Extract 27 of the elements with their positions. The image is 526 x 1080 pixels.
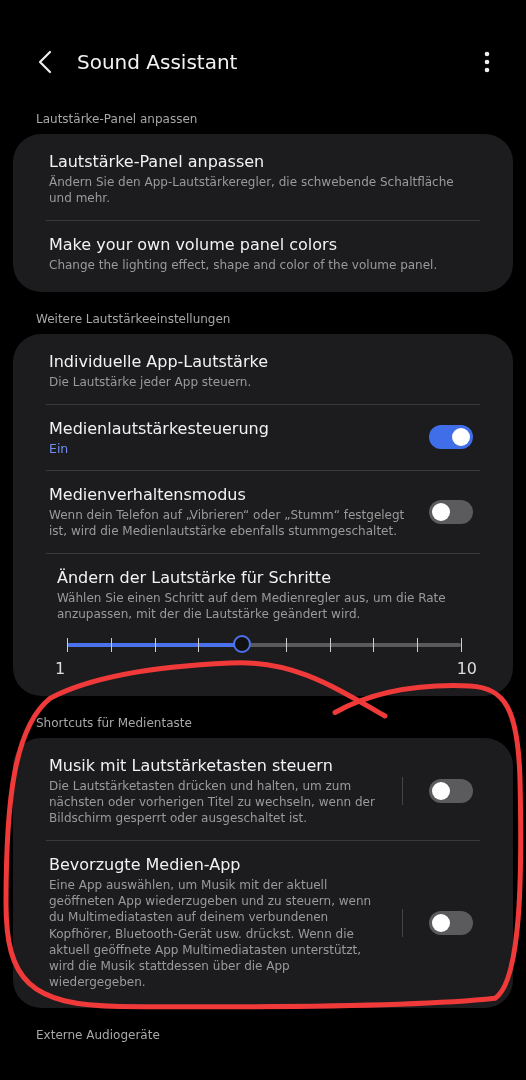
more-options-icon[interactable] xyxy=(484,51,490,73)
page-title: Sound Assistant xyxy=(77,50,239,74)
setting-title: Ändern der Lautstärke für Schritte xyxy=(57,568,332,588)
section-heading: Weitere Lautstärkeeinstellungen xyxy=(35,311,232,326)
settings-item[interactable]: Make your own volume panel colors Change the lighting effect, shape and color of the volume panel. xyxy=(13,221,513,288)
settings-item[interactable]: Lautstärke-Panel anpassen Ändern Sie den App-Lautstärkeregler, die schwebende Schaltfläche und mehr. xyxy=(13,138,513,221)
setting-title: Musik mit Lautstärketasten steuern xyxy=(49,755,334,775)
setting-status: Ein xyxy=(49,440,70,456)
slider-max-label: 10 xyxy=(456,658,477,678)
setting-description: Wählen Sie einen Schritt auf dem Medienregler aus, um die Rate anzupassen, mit der die Lautstärke geändert wird. xyxy=(57,590,447,623)
section-heading: Lautstärke-Panel anpassen xyxy=(35,112,199,126)
setting-description: Die Lautstärketasten drücken und halten, um zum nächsten oder vorherigen Titel zu wechseln, wenn der Bildschirm gesperrt oder ausgeschaltet ist. xyxy=(49,777,376,827)
settings-item[interactable]: Individuelle App-Lautstärke Die Lautstärke jeder App steuern. xyxy=(13,337,513,404)
toggle-switch[interactable] xyxy=(429,499,473,524)
toggle-switch[interactable] xyxy=(429,910,473,935)
setting-title: Medienverhaltensmodus xyxy=(49,484,247,504)
section-heading: Shortcuts für Medientaste xyxy=(35,715,193,730)
toggle-switch[interactable] xyxy=(429,778,473,803)
setting-title: Bevorzugte Medien-App xyxy=(49,855,242,875)
setting-title: Medienlautstärkesteuerung xyxy=(49,418,270,438)
toggle-switch[interactable] xyxy=(429,425,473,450)
setting-description: Wenn dein Telefon auf „Vibrieren“ oder „Stumm“ festgelegt ist, wird die Medienlautstärke ebenfalls stummgeschaltet. xyxy=(49,506,406,540)
back-icon[interactable] xyxy=(38,50,52,74)
slider-min-label: 1 xyxy=(55,658,66,678)
setting-description: Eine App auswählen, um Musik mit der aktuell geöffneten App wiederzugeben und zu steuern, wenn du Multimediatasten auf deinem verbundenen Kopfhörer, Bluetooth-Gerät usw. drückst. Wenn die aktuell geöffnete App Multimediatasten unterstützt, wird die Musik stattdessen über die App wiedergegeben. xyxy=(49,877,373,991)
slider-thumb[interactable] xyxy=(232,634,251,653)
section-heading: Externe Audiogeräte xyxy=(35,1028,161,1043)
